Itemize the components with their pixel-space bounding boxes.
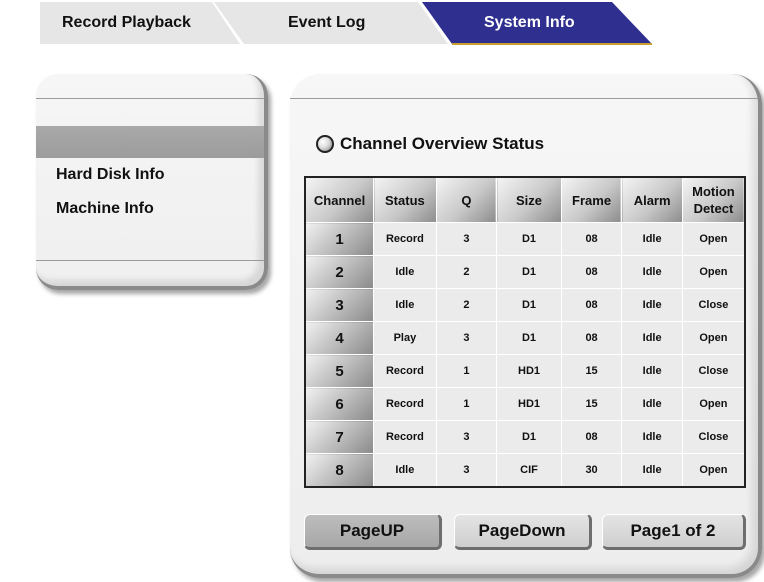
table-cell: Idle	[621, 255, 683, 289]
table-cell: CIF	[496, 453, 562, 488]
table-row[interactable]: 8 Idle 3 CIF 30 Idle Open	[304, 453, 746, 488]
table-cell: Open	[681, 255, 746, 289]
column-header: Channel	[304, 176, 375, 223]
table-cell: 2	[435, 255, 498, 289]
channel-number-cell: 6	[304, 387, 375, 421]
section-title: Channel Overview Status	[340, 134, 545, 153]
table-cell: 08	[560, 321, 623, 355]
section-header: Channel Overview Status	[316, 134, 544, 154]
table-cell: 08	[560, 255, 623, 289]
column-header: Motion Detect	[681, 176, 746, 223]
table-cell: HD1	[496, 354, 562, 388]
table-cell: 3	[435, 321, 498, 355]
table-cell: 1	[435, 354, 498, 388]
table-header-row: Channel Status Q Size Frame Alarm Motion Detec…	[304, 176, 746, 223]
table-cell: Idle	[373, 288, 437, 322]
table-row[interactable]: 6 Record 1 HD1 15 Idle Open	[304, 387, 746, 421]
table-cell: 2	[435, 288, 498, 322]
channel-number-cell: 5	[304, 354, 375, 388]
table-cell: Record	[373, 354, 437, 388]
table-cell: 08	[560, 222, 623, 256]
table-cell: Close	[681, 288, 746, 322]
menu-divider-bottom	[36, 260, 264, 261]
page-indicator-button[interactable]: Page1 of 2	[602, 514, 746, 550]
main-panel: Channel Overview Status Channel Status Q Si…	[290, 74, 762, 578]
channel-number-cell: 7	[304, 420, 375, 454]
column-header: Status	[373, 176, 437, 223]
table-cell: 15	[560, 387, 623, 421]
sidebar-item-hard-disk-info[interactable]: Hard Disk Info	[56, 166, 164, 184]
table-cell: Open	[681, 222, 746, 256]
column-header: Frame	[560, 176, 623, 223]
channel-number-cell: 3	[304, 288, 375, 322]
table-cell: 30	[560, 453, 623, 488]
table-cell: Idle	[621, 321, 683, 355]
table-cell: Play	[373, 321, 437, 355]
table-cell: HD1	[496, 387, 562, 421]
sidebar-item-machine-info[interactable]: Machine Info	[56, 200, 154, 218]
table-cell: Idle	[621, 222, 683, 256]
table-row[interactable]: 1 Record 3 D1 08 Idle Open	[304, 222, 746, 256]
table-cell: Record	[373, 387, 437, 421]
table-cell: Idle	[621, 288, 683, 322]
table-cell: D1	[496, 288, 562, 322]
channel-number-cell: 8	[304, 453, 375, 488]
table-cell: 3	[435, 420, 498, 454]
table-cell: 3	[435, 222, 498, 256]
table-cell: 1	[435, 387, 498, 421]
table-cell: Idle	[621, 387, 683, 421]
table-cell: Idle	[621, 453, 683, 488]
menu-divider-top	[36, 98, 264, 99]
table-cell: Idle	[621, 420, 683, 454]
tab-record-playback[interactable]: Record Playback	[62, 14, 191, 32]
table-cell: 3	[435, 453, 498, 488]
page-down-button[interactable]: PageDown	[454, 514, 592, 550]
sidebar-item-selected[interactable]	[36, 126, 264, 158]
table-row[interactable]: 2 Idle 2 D1 08 Idle Open	[304, 255, 746, 289]
channel-number-cell: 1	[304, 222, 375, 256]
table-cell: Idle	[373, 255, 437, 289]
table-row[interactable]: 5 Record 1 HD1 15 Idle Close	[304, 354, 746, 388]
table-cell: Idle	[621, 354, 683, 388]
table-cell: D1	[496, 255, 562, 289]
tab-event-log[interactable]: Event Log	[288, 14, 365, 32]
table-cell: Idle	[373, 453, 437, 488]
table-cell: Open	[681, 321, 746, 355]
table-cell: 15	[560, 354, 623, 388]
table-cell: Close	[681, 420, 746, 454]
column-header: Size	[496, 176, 562, 223]
table-cell: 08	[560, 288, 623, 322]
sidebar-menu: Hard Disk Info Machine Info	[36, 74, 268, 290]
tab-system-info[interactable]: System Info	[484, 14, 575, 32]
table-row[interactable]: 4 Play 3 D1 08 Idle Open	[304, 321, 746, 355]
table-row[interactable]: 3 Idle 2 D1 08 Idle Close	[304, 288, 746, 322]
table-cell: Close	[681, 354, 746, 388]
table-cell: Open	[681, 387, 746, 421]
table-cell: Record	[373, 420, 437, 454]
page-up-button[interactable]: PageUP	[304, 514, 442, 550]
table-cell: D1	[496, 420, 562, 454]
table-cell: D1	[496, 222, 562, 256]
tab-bar: Record Playback Event Log System Info	[0, 0, 764, 46]
table-cell: Record	[373, 222, 437, 256]
table-cell: D1	[496, 321, 562, 355]
column-header: Alarm	[621, 176, 683, 223]
radio-icon	[316, 135, 334, 153]
panel-divider	[290, 98, 758, 99]
table-row[interactable]: 7 Record 3 D1 08 Idle Close	[304, 420, 746, 454]
channel-status-table: Channel Status Q Size Frame Alarm Motion Detec…	[304, 176, 746, 488]
channel-number-cell: 4	[304, 321, 375, 355]
table-cell: 08	[560, 420, 623, 454]
channel-number-cell: 2	[304, 255, 375, 289]
column-header: Q	[435, 176, 498, 223]
table-cell: Open	[681, 453, 746, 488]
